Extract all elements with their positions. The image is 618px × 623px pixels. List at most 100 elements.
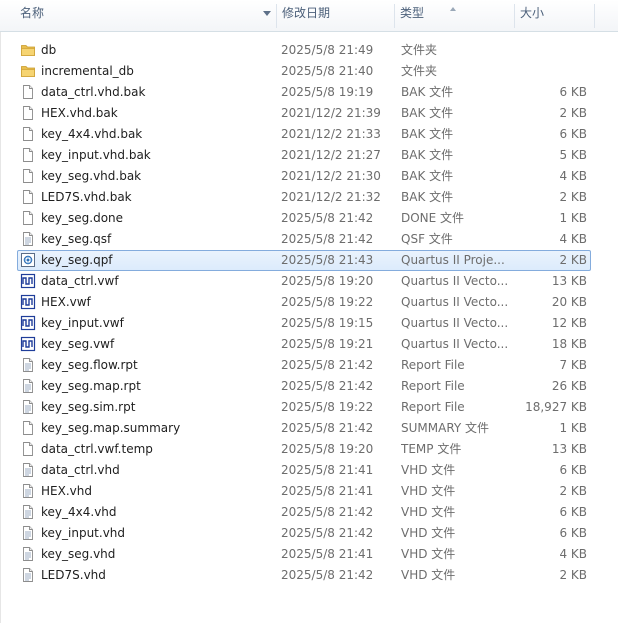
file-modified-date: 2025/5/8 21:42 [281, 421, 374, 435]
file-name[interactable]: incremental_db [41, 61, 271, 82]
file-row[interactable]: HEX.vwf 2025/5/8 19:22 Quartus II Vecto...… [0, 292, 618, 313]
file-name[interactable]: key_seg.map.summary [41, 418, 271, 439]
file-row[interactable]: data_ctrl.vhd 2025/5/8 21:41 VHD 文件 6 KB [0, 460, 618, 481]
text-file-icon [20, 378, 36, 394]
file-row[interactable]: data_ctrl.vwf 2025/5/8 19:20 Quartus II Ve… [0, 271, 618, 292]
file-row[interactable]: db 2025/5/8 21:49 文件夹 [0, 40, 618, 61]
file-row[interactable]: key_input.vwf 2025/5/8 19:15 Quartus II Ve… [0, 313, 618, 334]
file-row[interactable]: key_seg.flow.rpt 2025/5/8 21:42 Report Fil… [0, 355, 618, 376]
file-size: 1 KB [559, 211, 587, 225]
file-name[interactable]: key_seg.qsf [41, 229, 271, 250]
file-row[interactable]: key_seg.vhd 2025/5/8 21:41 VHD 文件 4 KB [0, 544, 618, 565]
text-file-icon [20, 399, 36, 415]
chevron-up-icon [450, 7, 456, 11]
file-row[interactable]: key_input.vhd.bak 2021/12/2 21:27 BAK 文件 5 … [0, 145, 618, 166]
column-header-size[interactable]: 大小 [514, 0, 594, 32]
file-modified-date: 2025/5/8 21:42 [281, 526, 374, 540]
file-name[interactable]: key_seg.map.rpt [41, 376, 271, 397]
file-row[interactable]: LED7S.vhd 2025/5/8 21:42 VHD 文件 2 KB [0, 565, 618, 586]
column-header-date-label: 修改日期 [282, 6, 331, 20]
file-modified-date: 2025/5/8 21:43 [281, 253, 374, 267]
file-row[interactable]: key_seg.qsf 2025/5/8 21:42 QSF 文件 4 KB [0, 229, 618, 250]
file-row[interactable]: key_input.vhd 2025/5/8 21:42 VHD 文件 6 KB [0, 523, 618, 544]
file-type: Quartus II Vecto... [401, 337, 509, 351]
file-name[interactable]: data_ctrl.vwf [41, 271, 271, 292]
file-name[interactable]: HEX.vhd.bak [41, 103, 271, 124]
file-size: 20 KB [551, 295, 587, 309]
file-size: 18,927 KB [525, 400, 587, 414]
file-size: 2 KB [559, 568, 587, 582]
file-modified-date: 2025/5/8 21:42 [281, 211, 374, 225]
file-type: BAK 文件 [401, 106, 454, 120]
file-name[interactable]: HEX.vhd [41, 481, 271, 502]
file-row[interactable]: key_seg.map.rpt 2025/5/8 21:42 Report File… [0, 376, 618, 397]
text-file-icon [20, 357, 36, 373]
file-name[interactable]: db [41, 40, 271, 61]
file-row[interactable]: incremental_db 2025/5/8 21:40 文件夹 [0, 61, 618, 82]
file-modified-date: 2025/5/8 21:42 [281, 379, 374, 393]
column-divider[interactable] [594, 4, 595, 28]
file-size: 6 KB [559, 526, 587, 540]
text-file-icon [20, 504, 36, 520]
file-row[interactable]: HEX.vhd 2025/5/8 21:41 VHD 文件 2 KB [0, 481, 618, 502]
file-type: SUMMARY 文件 [401, 421, 490, 435]
file-name[interactable]: key_seg.done [41, 208, 271, 229]
column-header-date[interactable]: 修改日期 [276, 0, 394, 32]
file-name[interactable]: LED7S.vhd [41, 565, 271, 586]
file-name[interactable]: key_seg.qpf [41, 250, 271, 271]
file-name[interactable]: data_ctrl.vwf.temp [41, 439, 271, 460]
column-header-name-label: 名称 [20, 6, 45, 20]
file-name[interactable]: key_4x4.vhd.bak [41, 124, 271, 145]
file-icon [20, 441, 36, 457]
text-file-icon [20, 231, 36, 247]
file-size: 4 KB [559, 169, 587, 183]
file-name[interactable]: HEX.vwf [41, 292, 271, 313]
waveform-icon [20, 294, 36, 310]
file-row[interactable]: key_4x4.vhd 2025/5/8 21:42 VHD 文件 6 KB [0, 502, 618, 523]
file-row[interactable]: key_seg.sim.rpt 2025/5/8 19:22 Report File… [0, 397, 618, 418]
file-row[interactable]: data_ctrl.vhd.bak 2025/5/8 19:19 BAK 文件 6 K… [0, 82, 618, 103]
file-size: 7 KB [559, 358, 587, 372]
file-name[interactable]: key_input.vhd [41, 523, 271, 544]
column-header-name[interactable]: 名称 [14, 0, 276, 32]
waveform-icon [20, 273, 36, 289]
file-size: 13 KB [551, 274, 587, 288]
sort-down-icon[interactable] [263, 11, 271, 16]
file-type: Quartus II Vecto... [401, 295, 509, 309]
file-row[interactable]: LED7S.vhd.bak 2021/12/2 21:32 BAK 文件 2 KB [0, 187, 618, 208]
text-file-icon [20, 567, 36, 583]
file-name[interactable]: key_input.vhd.bak [41, 145, 271, 166]
file-modified-date: 2025/5/8 21:41 [281, 547, 374, 561]
file-type: QSF 文件 [401, 232, 453, 246]
file-modified-date: 2021/12/2 21:30 [281, 169, 381, 183]
file-type: Quartus II Vecto... [401, 274, 509, 288]
file-type: BAK 文件 [401, 148, 454, 162]
file-name[interactable]: key_seg.sim.rpt [41, 397, 271, 418]
file-row[interactable]: key_seg.qpf 2025/5/8 21:43 Quartus II Proj… [0, 250, 618, 271]
file-size: 13 KB [551, 442, 587, 456]
file-type: VHD 文件 [401, 505, 456, 519]
file-name[interactable]: key_seg.vhd [41, 544, 271, 565]
file-row[interactable]: key_seg.map.summary 2025/5/8 21:42 SUMMARY… [0, 418, 618, 439]
file-name[interactable]: LED7S.vhd.bak [41, 187, 271, 208]
file-row[interactable]: key_seg.vhd.bak 2021/12/2 21:30 BAK 文件 4 KB [0, 166, 618, 187]
file-row[interactable]: data_ctrl.vwf.temp 2025/5/8 19:20 TEMP 文件 1… [0, 439, 618, 460]
file-name[interactable]: key_4x4.vhd [41, 502, 271, 523]
file-name[interactable]: key_seg.vwf [41, 334, 271, 355]
file-name[interactable]: key_seg.vhd.bak [41, 166, 271, 187]
file-icon [20, 168, 36, 184]
file-size: 2 KB [559, 253, 587, 267]
file-row[interactable]: key_4x4.vhd.bak 2021/12/2 21:33 BAK 文件 6 KB [0, 124, 618, 145]
file-name[interactable]: data_ctrl.vhd.bak [41, 82, 271, 103]
file-row[interactable]: HEX.vhd.bak 2021/12/2 21:39 BAK 文件 2 KB [0, 103, 618, 124]
file-size: 6 KB [559, 127, 587, 141]
file-name[interactable]: data_ctrl.vhd [41, 460, 271, 481]
folder-icon [20, 42, 36, 58]
file-size [516, 61, 587, 82]
text-file-icon [20, 525, 36, 541]
file-row[interactable]: key_seg.done 2025/5/8 21:42 DONE 文件 1 KB [0, 208, 618, 229]
file-name[interactable]: key_seg.flow.rpt [41, 355, 271, 376]
file-name[interactable]: key_input.vwf [41, 313, 271, 334]
column-header-type[interactable]: 类型 [394, 0, 514, 32]
file-row[interactable]: key_seg.vwf 2025/5/8 19:21 Quartus II Vect… [0, 334, 618, 355]
